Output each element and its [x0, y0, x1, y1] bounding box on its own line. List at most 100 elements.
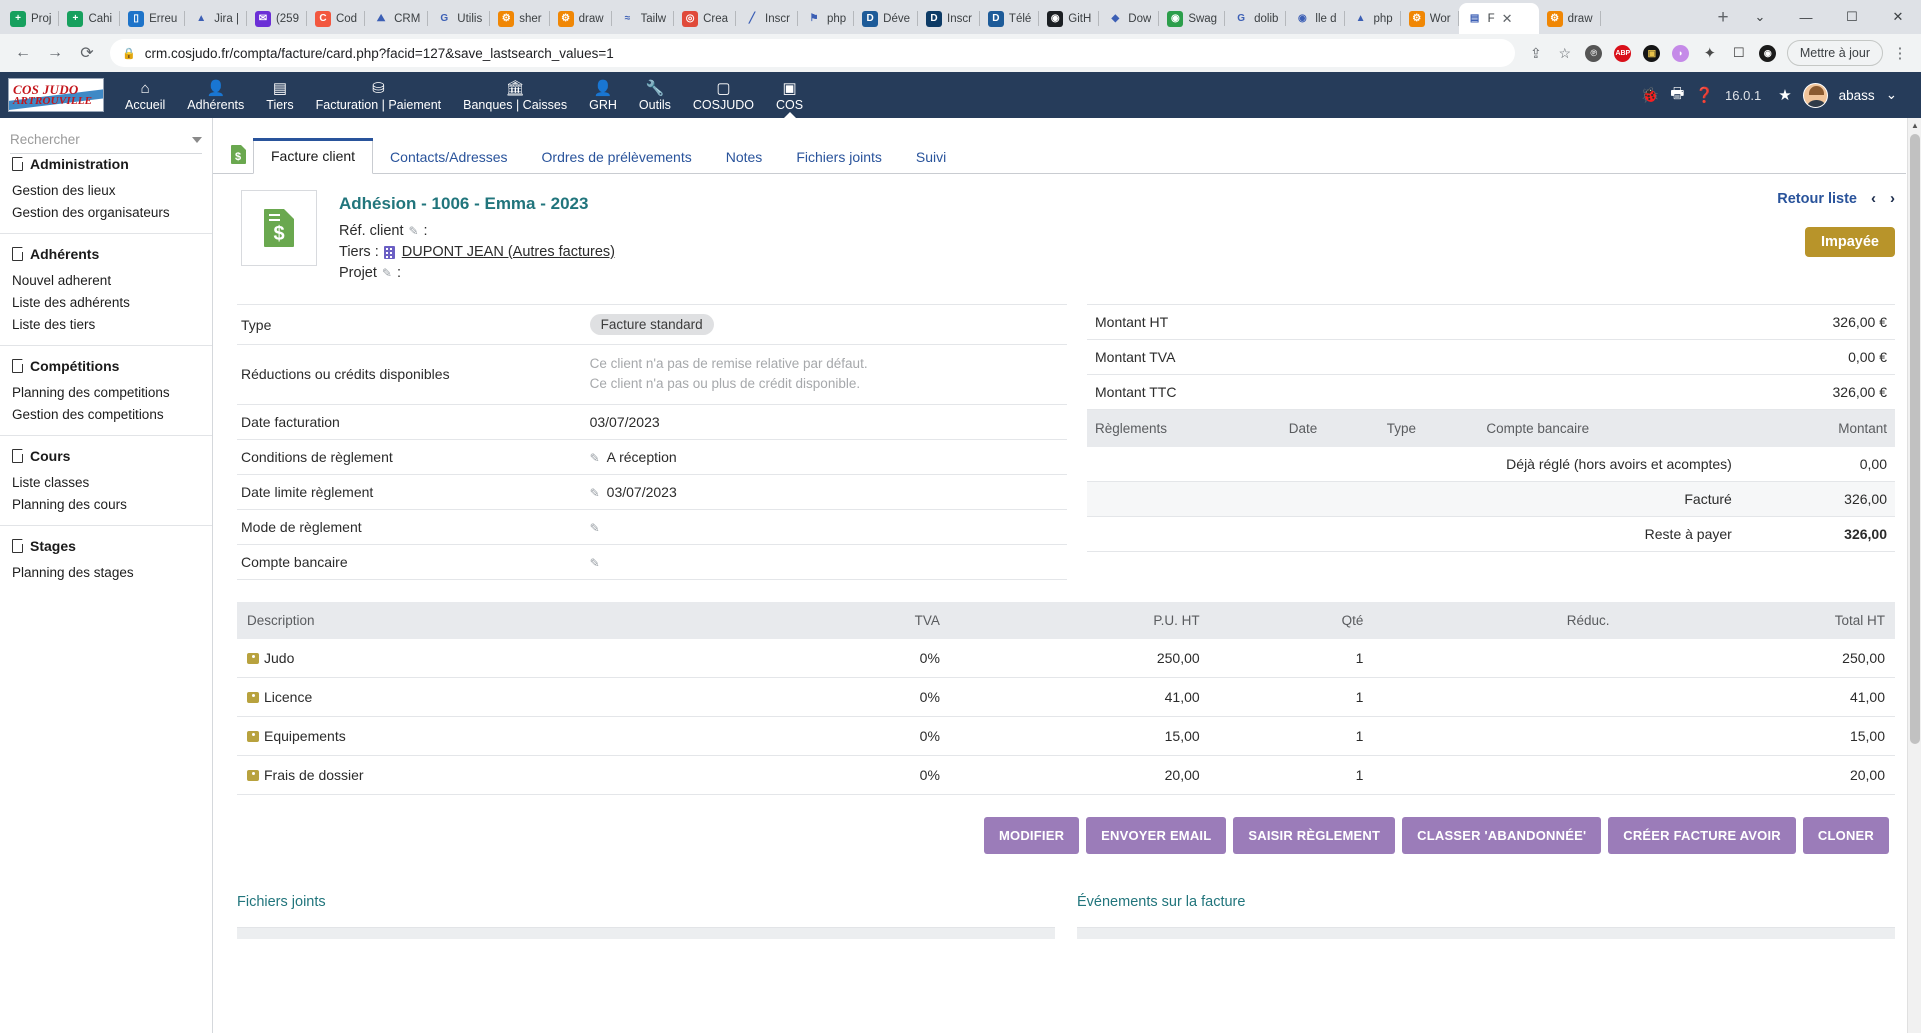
- color-extension-icon[interactable]: ◗: [1668, 40, 1694, 66]
- browser-tab[interactable]: ✉ (259: [247, 3, 307, 34]
- avatar[interactable]: [1802, 82, 1828, 108]
- browser-tab[interactable]: ≈ Tailw: [612, 3, 675, 34]
- next-record-icon[interactable]: ›: [1890, 190, 1895, 207]
- edit-pencil-icon[interactable]: ✎: [590, 521, 600, 535]
- back-icon[interactable]: ←: [8, 38, 38, 68]
- tab-contacts-adresses[interactable]: Contacts/Adresses: [373, 140, 525, 173]
- bookmark-star-icon[interactable]: ☆: [1552, 40, 1578, 66]
- nav-item-grh[interactable]: 👤 GRH: [578, 72, 628, 118]
- nav-item-adh-rents[interactable]: 👤 Adhérents: [176, 72, 255, 118]
- reload-icon[interactable]: ⟳: [72, 38, 102, 68]
- new-tab-button[interactable]: +: [1709, 4, 1737, 32]
- dark-extension-icon[interactable]: ◉: [1755, 40, 1781, 66]
- sidebar-group-header[interactable]: Administration: [0, 154, 212, 179]
- scrollbar-thumb[interactable]: [1910, 134, 1920, 744]
- browser-tab[interactable]: ⚑ php: [798, 3, 855, 34]
- sidebar-item-planning-des-competitions[interactable]: Planning des competitions: [0, 381, 212, 403]
- cloner-button[interactable]: CLONER: [1802, 816, 1889, 854]
- lion-extension-icon[interactable]: ▣: [1639, 40, 1665, 66]
- sidebar-item-gestion-des-lieux[interactable]: Gestion des lieux: [0, 179, 212, 201]
- browser-tab[interactable]: ⚙ sher: [490, 3, 550, 34]
- bug-icon[interactable]: 🐞: [1641, 86, 1660, 104]
- envoyer-email-button[interactable]: ENVOYER EMAIL: [1086, 816, 1227, 854]
- browser-tab[interactable]: G Utilis: [428, 3, 491, 34]
- edit-pencil-icon[interactable]: ✎: [590, 451, 600, 465]
- browser-tab[interactable]: D Inscr: [918, 3, 980, 34]
- sidebar-group-header[interactable]: Adhérents: [0, 244, 212, 269]
- username-label[interactable]: abass: [1839, 88, 1875, 103]
- sidebar-item-planning-des-cours[interactable]: Planning des cours: [0, 493, 212, 515]
- modifier-button[interactable]: MODIFIER: [984, 816, 1080, 854]
- nav-item-facturation-paiement[interactable]: ⛁ Facturation | Paiement: [305, 72, 453, 118]
- browser-tab[interactable]: ╱ Inscr: [736, 3, 798, 34]
- browser-tab[interactable]: ⚙ draw: [550, 3, 612, 34]
- browser-menu-icon[interactable]: ⋮: [1887, 40, 1913, 66]
- square-extension-icon[interactable]: ☐: [1726, 40, 1752, 66]
- update-chrome-button[interactable]: Mettre à jour: [1786, 40, 1883, 66]
- pinterest-extension-icon[interactable]: ℗: [1581, 40, 1607, 66]
- classer-abandonnée-button[interactable]: CLASSER 'ABANDONNÉE': [1402, 816, 1602, 854]
- nav-item-outils[interactable]: 🔧 Outils: [628, 72, 682, 118]
- edit-pencil-icon[interactable]: ✎: [590, 556, 600, 570]
- sidebar-group-header[interactable]: Cours: [0, 446, 212, 471]
- close-window-button[interactable]: ✕: [1875, 0, 1921, 34]
- printer-icon[interactable]: 🖶: [1670, 83, 1684, 108]
- scroll-up-arrow[interactable]: ▲: [1908, 118, 1921, 132]
- browser-tab[interactable]: ◎ Crea: [674, 3, 736, 34]
- tab-suivi[interactable]: Suivi: [899, 140, 963, 173]
- browser-tab[interactable]: ▲ php: [1345, 3, 1401, 34]
- sidebar-group-header[interactable]: Stages: [0, 536, 212, 561]
- sidebar-item-nouvel-adherent[interactable]: Nouvel adherent: [0, 269, 212, 291]
- adblock-plus-icon[interactable]: ABP: [1610, 40, 1636, 66]
- tab-search-button[interactable]: ⌄: [1737, 0, 1783, 34]
- nav-item-cos[interactable]: ▣ COS: [765, 72, 814, 118]
- créer-facture-avoir-button[interactable]: CRÉER FACTURE AVOIR: [1608, 816, 1796, 854]
- sidebar-item-liste-des-tiers[interactable]: Liste des tiers: [0, 313, 212, 335]
- tab-fichiers-joints[interactable]: Fichiers joints: [779, 140, 899, 173]
- saisir-règlement-button[interactable]: SAISIR RÈGLEMENT: [1233, 816, 1396, 854]
- sidebar-item-gestion-des-organisateurs[interactable]: Gestion des organisateurs: [0, 201, 212, 223]
- browser-tab[interactable]: Gdolib: [1225, 3, 1287, 34]
- tab-ordres-de-pr-l-vements[interactable]: Ordres de prélèvements: [525, 140, 709, 173]
- edit-pencil-icon[interactable]: ✎: [382, 266, 392, 280]
- edit-pencil-icon[interactable]: ✎: [408, 224, 418, 238]
- tiers-link[interactable]: DUPONT JEAN (Autres factures): [402, 244, 615, 260]
- browser-tab[interactable]: ◉ Swag: [1159, 3, 1225, 34]
- sidebar-item-planning-des-stages[interactable]: Planning des stages: [0, 561, 212, 583]
- nav-item-banques-caisses[interactable]: 🏛 Banques | Caisses: [452, 72, 578, 118]
- nav-item-accueil[interactable]: ⌂ Accueil: [114, 72, 176, 118]
- cosjudo-logo[interactable]: COS JUDO ARTROUVILLE: [8, 78, 104, 112]
- sidebar-item-gestion-des-competitions[interactable]: Gestion des competitions: [0, 403, 212, 425]
- close-tab-icon[interactable]: ✕: [1502, 11, 1513, 27]
- address-bar[interactable]: 🔒 crm.cosjudo.fr/compta/facture/card.php…: [110, 39, 1515, 67]
- browser-tab[interactable]: ⚙ draw: [1539, 3, 1601, 34]
- sidebar-search[interactable]: [10, 132, 202, 154]
- browser-tab[interactable]: D Déve: [854, 3, 918, 34]
- help-icon[interactable]: ❓: [1695, 86, 1714, 104]
- tab-notes[interactable]: Notes: [709, 140, 780, 173]
- forward-icon[interactable]: →: [40, 38, 70, 68]
- sidebar-item-liste-des-adh-rents[interactable]: Liste des adhérents: [0, 291, 212, 313]
- chevron-down-icon[interactable]: ⌄: [1886, 87, 1897, 103]
- browser-tab[interactable]: C Cod: [307, 3, 366, 34]
- browser-tab[interactable]: ⚙ Wor: [1401, 3, 1459, 34]
- browser-tab[interactable]: ◉ GitH: [1039, 3, 1100, 34]
- extensions-puzzle-icon[interactable]: ✦: [1697, 40, 1723, 66]
- sidebar-item-liste-classes[interactable]: Liste classes: [0, 471, 212, 493]
- share-icon[interactable]: ⇪: [1523, 40, 1549, 66]
- maximize-button[interactable]: ☐: [1829, 0, 1875, 34]
- sidebar-group-header[interactable]: Compétitions: [0, 356, 212, 381]
- browser-tab[interactable]: D Télé: [980, 3, 1040, 34]
- tab-facture-client[interactable]: Facture client: [253, 138, 374, 174]
- chevron-down-icon[interactable]: [192, 136, 202, 143]
- content-scrollbar[interactable]: ▲: [1907, 118, 1921, 1033]
- minimize-button[interactable]: —: [1783, 0, 1829, 34]
- star-icon[interactable]: ★: [1778, 86, 1791, 104]
- browser-tab[interactable]: ◆ Dow: [1099, 3, 1160, 34]
- nav-item-tiers[interactable]: ▤ Tiers: [255, 72, 304, 118]
- browser-tab[interactable]: + Proj: [2, 3, 60, 34]
- previous-record-icon[interactable]: ‹: [1871, 190, 1876, 207]
- browser-tab[interactable]: ◉ lle d: [1286, 3, 1345, 34]
- browser-tab[interactable]: + Cahi: [59, 3, 120, 34]
- browser-tab[interactable]: ⛰ CRM: [365, 3, 429, 34]
